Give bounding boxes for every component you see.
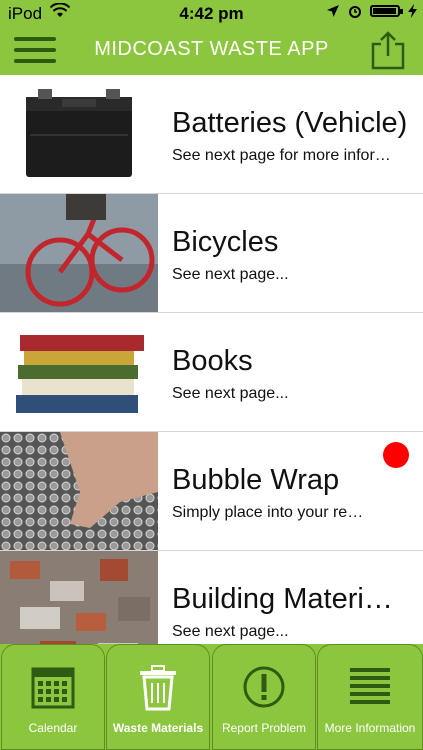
tab-calendar[interactable]: Calendar [1, 644, 105, 750]
item-title: Building Materi… [172, 583, 393, 615]
item-subtitle: See next page... [172, 266, 289, 283]
bicycle-image [0, 194, 158, 312]
navigation-bar: MIDCOAST WASTE APP [0, 28, 423, 75]
list-item-bicycles[interactable]: Bicycles See next page... [0, 194, 423, 313]
car-battery-image [0, 75, 158, 193]
tab-label: Calendar [28, 721, 78, 735]
item-subtitle: See next page... [172, 623, 289, 640]
item-subtitle: See next page... [172, 385, 289, 402]
item-subtitle: See next page for more infor… [172, 147, 391, 164]
location-arrow-icon [327, 5, 339, 17]
item-title: Bubble Wrap [172, 464, 340, 496]
tab-bar: Calendar Waste Materials Report Problem [0, 644, 423, 750]
list-icon [350, 668, 390, 704]
tab-more-information[interactable]: More Information [317, 644, 423, 750]
alarm-icon [349, 6, 361, 18]
exclamation-icon [243, 666, 285, 708]
item-title: Batteries (Vehicle) [172, 107, 408, 139]
list-item-batteries[interactable]: Batteries (Vehicle) See next page for mo… [0, 75, 423, 194]
tab-report-problem[interactable]: Report Problem [212, 644, 316, 750]
app-title: MIDCOAST WASTE APP [94, 38, 329, 60]
share-icon[interactable] [367, 30, 409, 70]
tab-label: Report Problem [221, 721, 307, 735]
bubble-wrap-image [0, 432, 158, 550]
item-title: Books [172, 345, 253, 377]
status-bar: iPod 4:42 pm [0, 0, 423, 28]
tab-waste-materials[interactable]: Waste Materials [106, 644, 210, 750]
books-image [0, 313, 158, 431]
battery-icon [370, 5, 403, 17]
charging-bolt-icon [408, 4, 417, 18]
tab-label: Waste Materials [112, 721, 204, 735]
notification-badge [383, 442, 409, 468]
list-item-books[interactable]: Books See next page... [0, 313, 423, 432]
tab-label: More Information [324, 721, 416, 735]
calendar-icon [31, 667, 75, 709]
list-item-bubble-wrap[interactable]: Bubble Wrap Simply place into your re… [0, 432, 423, 551]
item-title: Bicycles [172, 226, 279, 258]
trash-bin-icon [140, 665, 176, 711]
item-subtitle: Simply place into your re… [172, 504, 364, 521]
